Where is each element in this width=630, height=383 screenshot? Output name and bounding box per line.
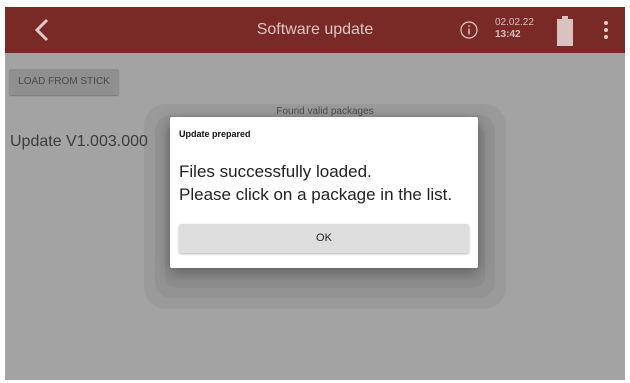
menu-icon[interactable] — [601, 20, 611, 40]
time-label: 13:42 — [495, 29, 521, 40]
ok-button[interactable]: OK — [179, 224, 469, 253]
battery-icon — [557, 16, 573, 46]
found-packages-label: Found valid packages — [276, 106, 374, 117]
date-time: 02.02.22 13:42 — [495, 17, 534, 41]
info-icon[interactable] — [460, 21, 478, 39]
load-from-stick-button[interactable]: LOAD FROM STICK — [9, 69, 119, 95]
update-dialog: Update prepared Files successfully loade… — [170, 117, 478, 268]
app-screen: Software update 02.02.22 13:42 LOAD FROM… — [5, 7, 625, 380]
list-item[interactable]: Update V1.003.000 — [10, 133, 148, 151]
top-bar: Software update 02.02.22 13:42 — [5, 7, 625, 53]
dialog-message-line2: Please click on a package in the list. — [179, 185, 453, 204]
dialog-title: Update prepared — [179, 129, 251, 139]
date-label: 02.02.22 — [495, 17, 534, 28]
dialog-message-line1: Files successfully loaded. — [179, 162, 372, 181]
dialog-message: Files successfully loaded. Please click … — [179, 160, 452, 206]
